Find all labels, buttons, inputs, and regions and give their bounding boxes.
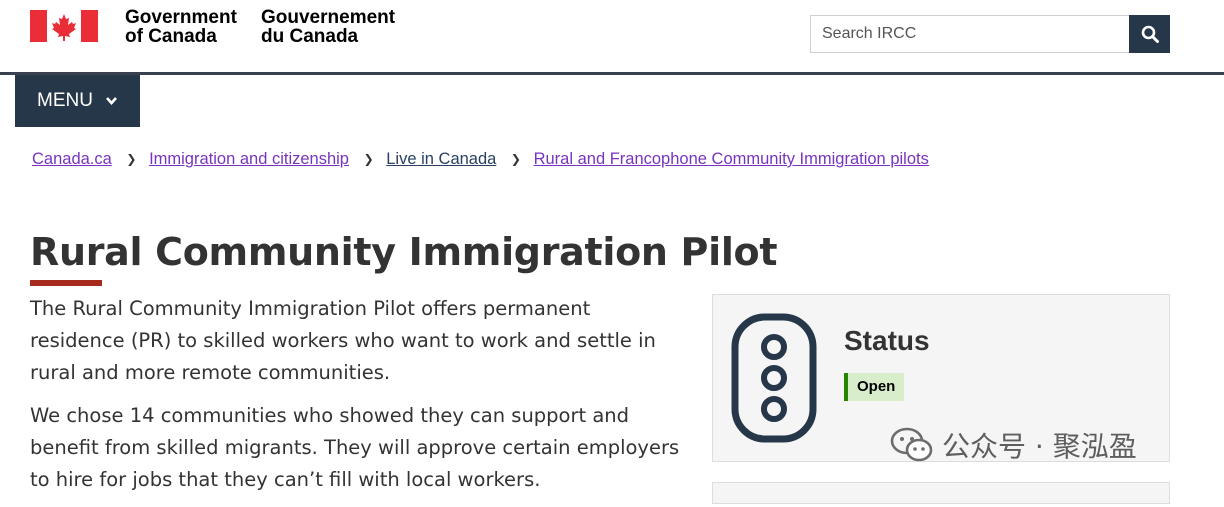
communities-paragraph: We chose 14 communities who showed they … (30, 404, 680, 491)
watermark-text: 公众号 · 聚泓盈 (942, 430, 1137, 463)
status-title: Status (844, 325, 930, 356)
main-content: The Rural Community Immigration Pilot of… (30, 293, 690, 507)
menu-button[interactable]: MENU (15, 75, 140, 127)
wechat-icon (890, 427, 933, 462)
page-title: Rural Community Immigration Pilot (30, 230, 778, 274)
chevron-right-icon: ❯ (126, 152, 137, 166)
chevron-right-icon: ❯ (510, 152, 521, 166)
search-input[interactable] (810, 15, 1130, 53)
breadcrumb: Canada.ca ❯ Immigration and citizenship … (32, 150, 929, 172)
traffic-light-icon (731, 313, 817, 443)
signature-fr-line1: Gouvernement (261, 7, 396, 28)
signature-en-line1: Government (125, 7, 237, 28)
status-badge: Open (844, 373, 905, 401)
government-signature-fr[interactable]: Gouvernement du Canada (261, 8, 395, 46)
title-underline (30, 280, 102, 286)
watermark: 公众号 · 聚泓盈 (890, 425, 1137, 465)
breadcrumb-canada-ca[interactable]: Canada.ca (32, 150, 112, 168)
chevron-right-icon: ❯ (363, 152, 374, 166)
breadcrumb-live-in-canada[interactable]: Live in Canada (386, 150, 496, 168)
secondary-panel (712, 482, 1170, 504)
intro-paragraph: The Rural Community Immigration Pilot of… (30, 297, 656, 384)
search-button[interactable] (1129, 15, 1170, 53)
breadcrumb-immigration-citizenship[interactable]: Immigration and citizenship (149, 150, 349, 168)
search-icon (1141, 25, 1159, 43)
header-divider (0, 72, 1224, 75)
breadcrumb-rural-francophone-pilots[interactable]: Rural and Francophone Community Immigrat… (534, 150, 929, 168)
signature-en-line2: of Canada (125, 26, 217, 47)
site-header: Government of Canada Gouvernement du Can… (0, 0, 1224, 72)
menu-label: MENU (37, 90, 93, 111)
canada-flag-icon (30, 10, 98, 42)
chevron-down-icon (106, 97, 117, 105)
search-form (810, 15, 1170, 53)
government-signature-en[interactable]: Government of Canada (125, 8, 237, 46)
signature-fr-line2: du Canada (261, 26, 359, 47)
